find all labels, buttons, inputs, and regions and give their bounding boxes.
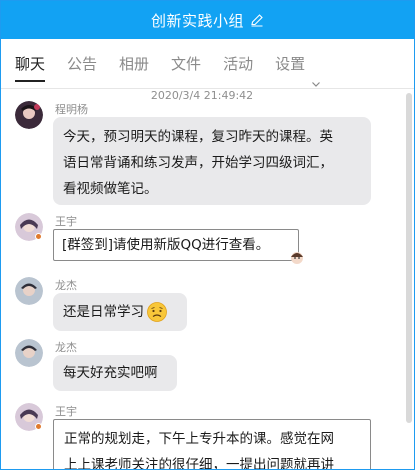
- message-bubble[interactable]: 每天好充实吧啊: [53, 355, 177, 391]
- tab-label: 文件: [171, 54, 202, 73]
- message-line: 今天，预习明天的课程，复习昨天的课程。英: [63, 129, 333, 145]
- avatar[interactable]: [15, 339, 43, 367]
- message-line: 还是日常学习: [63, 304, 144, 320]
- tab-label: 活动: [223, 54, 254, 73]
- message-line: 看视频做笔记。: [63, 181, 158, 197]
- tab-bar: 聊天 公告 相册 文件 活动 设置: [1, 39, 414, 89]
- tab-label: 聊天: [15, 54, 46, 73]
- message-bubble[interactable]: 还是日常学习: [53, 293, 187, 331]
- chat-message: 龙杰 每天好充实吧啊: [15, 339, 215, 393]
- tab-files[interactable]: 文件: [171, 39, 201, 89]
- tab-label: 公告: [67, 54, 98, 73]
- tab-settings[interactable]: 设置: [275, 39, 321, 89]
- sender-name: 龙杰: [55, 279, 77, 292]
- status-dot: [35, 423, 42, 430]
- worried-face-icon: [146, 301, 168, 323]
- sender-name: 程明杨: [55, 103, 88, 116]
- sticker-icon: [289, 249, 305, 265]
- tab-announcement[interactable]: 公告: [67, 39, 97, 89]
- group-title: 创新实践小组: [150, 11, 244, 30]
- title-bar: 创新实践小组: [1, 1, 414, 39]
- message-bubble[interactable]: 正常的规划走，下午上专升本的课。感觉在网 上上课老师关注的很仔细，一提出问题就再…: [53, 419, 371, 470]
- tab-label: 相册: [119, 54, 150, 73]
- tab-chat[interactable]: 聊天: [15, 39, 46, 89]
- message-bubble[interactable]: 今天，预习明天的课程，复习昨天的课程。英 语日常背诵和练习发声，开始学习四级词汇…: [53, 117, 371, 205]
- avatar[interactable]: [15, 101, 43, 129]
- chat-message: 龙杰 还是日常学习: [15, 277, 215, 331]
- chat-message-area[interactable]: 2020/3/4 21:49:42 程明杨 今天，预习明天的课程，复习昨天的课程…: [1, 89, 403, 469]
- tab-activities[interactable]: 活动: [223, 39, 253, 89]
- chat-message: 王宇 正常的规划走，下午上专升本的课。感觉在网 上上课老师关注的很仔细，一提出问…: [15, 403, 371, 469]
- tab-label: 设置: [275, 54, 306, 73]
- message-line: 上上课老师关注的很仔细，一提出问题就再讲: [64, 457, 334, 470]
- pencil-icon[interactable]: [250, 13, 264, 27]
- avatar[interactable]: [15, 277, 43, 305]
- message-line: 每天好充实吧啊: [63, 365, 158, 381]
- message-line: 正常的规划走，下午上专升本的课。感觉在网: [64, 431, 334, 447]
- sender-name: 龙杰: [55, 341, 77, 354]
- scrollbar[interactable]: [406, 93, 412, 423]
- message-line: [群签到]请使用新版QQ进行查看。: [62, 237, 270, 253]
- sender-name: 王宇: [55, 405, 77, 418]
- tab-album[interactable]: 相册: [119, 39, 149, 89]
- qq-group-window: 创新实践小组 聊天 公告 相册 文件 活动 设置 2020/3/4 21:49:…: [0, 0, 415, 470]
- chat-message: 王宇 [群签到]请使用新版QQ进行查看。: [15, 213, 315, 267]
- status-dot: [35, 233, 42, 240]
- message-line: 语日常背诵和练习发声，开始学习四级词汇，: [63, 155, 333, 171]
- chat-message: 程明杨 今天，预习明天的课程，复习昨天的课程。英 语日常背诵和练习发声，开始学习…: [15, 101, 375, 207]
- chevron-down-icon: [311, 59, 321, 87]
- checkin-card[interactable]: [群签到]请使用新版QQ进行查看。: [53, 229, 299, 261]
- sender-name: 王宇: [55, 215, 77, 228]
